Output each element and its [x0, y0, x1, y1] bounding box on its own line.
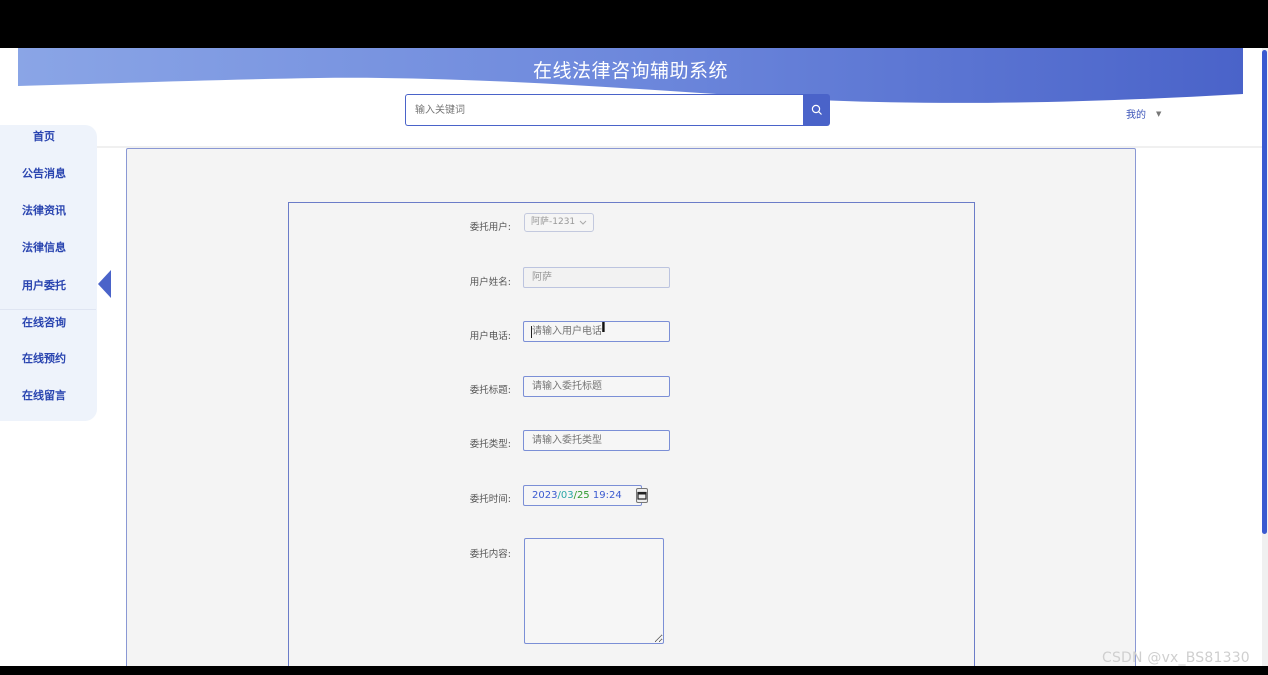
user-menu-label: 我的	[1126, 110, 1146, 121]
site-title: 在线法律咨询辅助系统	[532, 60, 728, 82]
user-phone-label: 用户电话:	[469, 331, 511, 342]
sidebar-nav: 首页 公告消息 法律资讯 法律信息 用户委托 在线咨询 在线预约 在线留言	[0, 125, 97, 421]
search-input[interactable]	[405, 94, 803, 126]
date-year: 2023	[532, 490, 558, 501]
search-button[interactable]	[803, 94, 830, 126]
sidebar-item-announcements[interactable]: 公告消息	[0, 165, 88, 181]
calendar-icon[interactable]	[635, 488, 648, 503]
time-datetime-input[interactable]: 2023/03/25 19:24	[523, 485, 648, 506]
type-input[interactable]	[523, 430, 670, 451]
title-input[interactable]	[523, 376, 670, 397]
chevron-down-icon: ▼	[1156, 109, 1162, 118]
sidebar-item-online-consult[interactable]: 在线咨询	[0, 314, 88, 330]
sidebar-item-legal-info[interactable]: 法律信息	[0, 239, 88, 255]
content-label: 委托内容:	[469, 549, 511, 560]
sidebar-item-user-commission[interactable]: 用户委托	[0, 277, 88, 293]
sidebar-item-home[interactable]: 首页	[0, 128, 88, 144]
chevron-down-icon	[579, 220, 587, 225]
watermark: CSDN @vx_BS81330	[1102, 650, 1250, 666]
search-icon	[811, 104, 822, 115]
type-label: 委托类型:	[469, 439, 511, 450]
sidebar-item-online-booking[interactable]: 在线预约	[0, 350, 88, 366]
sidebar-item-online-message[interactable]: 在线留言	[0, 387, 88, 403]
content-area: 委托用户: 阿萨-1231 用户姓名: 阿萨 用户电话: I 委托标题: 委托类…	[126, 148, 1136, 666]
user-menu[interactable]: 我的 ▼	[1126, 106, 1162, 122]
ibeam-cursor-icon: I	[601, 321, 606, 336]
content-textarea[interactable]	[524, 538, 664, 644]
date-day: 25	[576, 490, 590, 501]
sidebar-item-legal-news[interactable]: 法律资讯	[0, 202, 88, 218]
date-clock: 19:24	[592, 490, 622, 501]
commission-form: 委托用户: 阿萨-1231 用户姓名: 阿萨 用户电话: I 委托标题: 委托类…	[288, 202, 975, 666]
user-name-label: 用户姓名:	[469, 277, 511, 288]
time-label: 委托时间:	[469, 494, 511, 505]
user-name-input[interactable]: 阿萨	[523, 267, 670, 288]
active-item-arrow-icon	[98, 270, 111, 298]
client-user-label: 委托用户:	[469, 222, 511, 233]
date-month: 03	[560, 490, 574, 501]
search-bar	[405, 94, 830, 126]
window-top-bar	[0, 0, 1268, 48]
sidebar-active-separator	[0, 309, 96, 310]
page-scrollbar-thumb[interactable]	[1262, 50, 1267, 534]
page: 在线法律咨询辅助系统 我的 ▼ 首页 公告消息 法律资讯 法律信息 用户委托 在…	[0, 48, 1268, 666]
title-label: 委托标题:	[469, 385, 511, 396]
client-user-value: 阿萨-1231	[531, 217, 576, 227]
text-caret	[531, 326, 532, 338]
window-bottom-bar	[0, 666, 1268, 675]
client-user-select[interactable]: 阿萨-1231	[524, 213, 595, 232]
user-phone-input[interactable]	[523, 321, 670, 342]
